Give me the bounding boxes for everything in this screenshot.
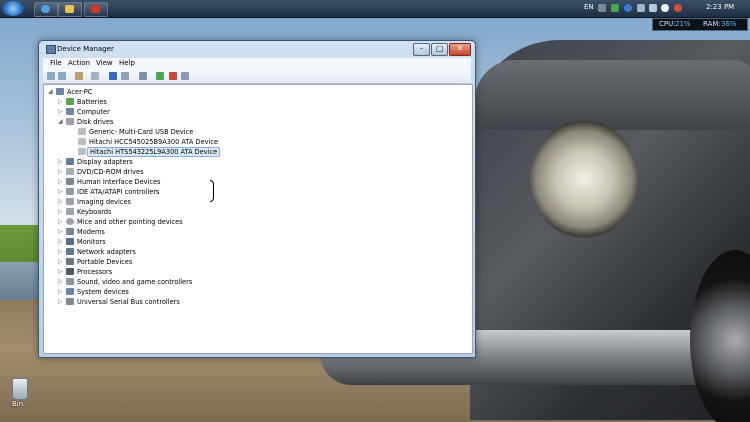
expand-icon[interactable]: ▷	[58, 259, 63, 265]
taskbar-device-manager-button[interactable]	[84, 2, 108, 17]
battery-icon	[66, 98, 74, 105]
forward-icon[interactable]	[58, 72, 66, 80]
hid-icon	[66, 178, 74, 185]
ie-icon	[41, 5, 50, 13]
folder-icon	[65, 5, 74, 13]
disk-drive-icon	[78, 128, 86, 135]
portable-device-icon	[66, 258, 74, 265]
cpu-label: CPU:	[659, 20, 676, 28]
ide-controller-icon	[66, 188, 74, 195]
tray-volume-icon[interactable]	[649, 4, 657, 12]
collapse-icon[interactable]: ◢	[48, 89, 53, 95]
collapse-icon[interactable]: ◢	[58, 119, 63, 125]
menu-action[interactable]: Action	[68, 59, 90, 67]
camera-icon	[66, 198, 74, 205]
taskbar-clock[interactable]: 2:23 PM	[706, 3, 734, 11]
menu-bar: File Action View Help	[43, 58, 471, 69]
expand-icon[interactable]: ▷	[58, 179, 63, 185]
expand-icon[interactable]: ▷	[58, 169, 63, 175]
expand-icon[interactable]: ▷	[58, 249, 63, 255]
language-indicator[interactable]: EN	[584, 3, 594, 11]
disable-device-icon[interactable]	[181, 72, 189, 80]
menu-help[interactable]: Help	[119, 59, 135, 67]
device-manager-window: Device Manager – □ ✕ File Action View He…	[38, 40, 476, 358]
uninstall-icon[interactable]	[169, 72, 177, 80]
wallpaper-headlight	[530, 120, 638, 238]
expand-icon[interactable]: ▷	[58, 99, 63, 105]
disk-drive-icon	[78, 148, 86, 155]
toolbar	[43, 69, 471, 84]
tray-keyboard-icon[interactable]	[598, 4, 606, 12]
expand-icon[interactable]: ▷	[58, 299, 63, 305]
wallpaper-car-hood	[475, 60, 750, 130]
show-hide-console-tree-icon[interactable]	[75, 72, 83, 80]
keyboard-icon	[66, 208, 74, 215]
ram-label: RAM:	[703, 20, 721, 28]
tray-update-icon[interactable]	[624, 4, 632, 12]
taskbar-explorer-button[interactable]	[58, 2, 82, 17]
device-manager-icon	[46, 45, 56, 54]
maximize-button[interactable]: □	[431, 43, 448, 56]
help-icon[interactable]	[109, 72, 117, 80]
expand-icon[interactable]: ▷	[58, 229, 63, 235]
modem-icon	[66, 228, 74, 235]
recycle-bin-icon[interactable]	[12, 378, 28, 400]
action-pane-icon[interactable]	[121, 72, 129, 80]
properties-icon[interactable]	[91, 72, 99, 80]
expand-icon[interactable]: ▷	[58, 279, 63, 285]
processor-icon	[66, 268, 74, 275]
expand-icon[interactable]: ▷	[58, 239, 63, 245]
expand-icon[interactable]: ▷	[58, 159, 63, 165]
device-tree: ◢ Acer-PC ▷ Batteries ▷ Computer ◢ Disk …	[43, 84, 473, 354]
speaker-icon	[66, 278, 74, 285]
menu-file[interactable]: File	[50, 59, 62, 67]
resource-meter: CPU: 21% RAM: 36%	[652, 18, 748, 31]
tray-app-icon[interactable]	[661, 4, 669, 12]
device-manager-icon	[91, 5, 100, 13]
tray-shield-icon[interactable]	[611, 4, 619, 12]
display-adapter-icon	[66, 158, 74, 165]
ram-value: 36%	[721, 20, 737, 28]
start-button[interactable]	[2, 1, 24, 16]
update-driver-icon[interactable]	[156, 72, 164, 80]
expand-icon[interactable]: ▷	[58, 199, 63, 205]
close-button[interactable]: ✕	[449, 43, 471, 56]
dvd-drive-icon	[66, 168, 74, 175]
expand-icon[interactable]: ▷	[58, 289, 63, 295]
network-adapter-icon	[66, 248, 74, 255]
mouse-icon	[66, 218, 74, 225]
computer-icon	[66, 108, 74, 115]
minimize-button[interactable]: –	[413, 43, 430, 56]
disk-drive-icon	[66, 118, 74, 125]
back-icon[interactable]	[47, 72, 55, 80]
taskbar: EN 2:23 PM	[0, 0, 750, 18]
expand-icon[interactable]: ▷	[58, 189, 63, 195]
system-device-icon	[66, 288, 74, 295]
menu-view[interactable]: View	[96, 59, 113, 67]
taskbar-ie-button[interactable]	[34, 2, 58, 17]
usb-icon	[66, 298, 74, 305]
disk-drive-icon	[78, 138, 86, 145]
expand-icon[interactable]: ▷	[58, 269, 63, 275]
computer-icon	[56, 88, 64, 95]
scan-hardware-icon[interactable]	[139, 72, 147, 80]
title-bar[interactable]: Device Manager – □ ✕	[39, 41, 475, 57]
cpu-value: 21%	[675, 20, 691, 28]
monitor-icon	[66, 238, 74, 245]
window-title: Device Manager	[57, 45, 114, 53]
expand-icon[interactable]: ▷	[58, 209, 63, 215]
expand-icon[interactable]: ▷	[58, 109, 63, 115]
tray-alert-icon[interactable]	[674, 4, 682, 12]
tray-network-icon[interactable]	[637, 4, 645, 12]
expand-icon[interactable]: ▷	[58, 219, 63, 225]
recycle-bin-label[interactable]: Bin	[12, 400, 23, 408]
annotation-bracket	[210, 180, 214, 202]
